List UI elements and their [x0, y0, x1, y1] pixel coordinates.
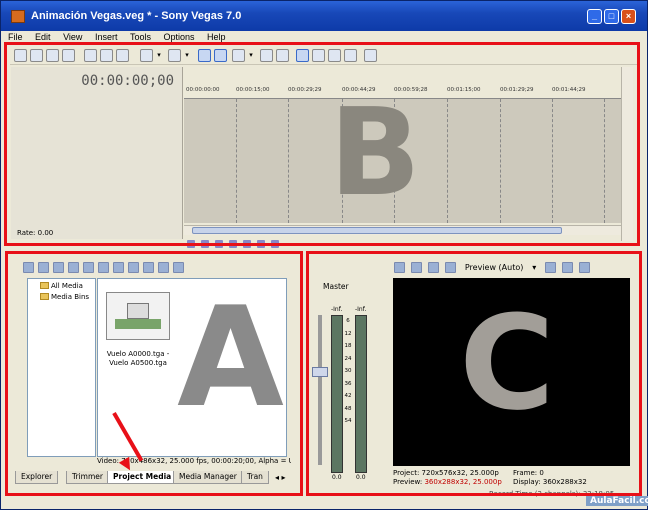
title-bar: Animación Vegas.veg * - Sony Vegas 7.0 _… [1, 1, 647, 31]
minimize-icon[interactable]: _ [587, 9, 602, 24]
menu-file[interactable]: File [3, 31, 28, 42]
menu-insert[interactable]: Insert [90, 31, 123, 42]
menu-help[interactable]: Help [202, 31, 231, 42]
maximize-icon[interactable]: □ [604, 9, 619, 24]
window-title: Animación Vegas.veg * - Sony Vegas 7.0 [31, 10, 242, 22]
watermark-logo: AulaFacil.com [586, 496, 648, 506]
menu-options[interactable]: Options [159, 31, 200, 42]
menu-tools[interactable]: Tools [125, 31, 156, 42]
region-b-letter: B [329, 84, 421, 223]
close-icon[interactable]: × [621, 9, 636, 24]
menu-view[interactable]: View [58, 31, 87, 42]
region-c-letter: C [459, 287, 555, 439]
app-icon [11, 10, 25, 23]
menu-edit[interactable]: Edit [30, 31, 56, 42]
region-a-letter: A [177, 277, 284, 438]
